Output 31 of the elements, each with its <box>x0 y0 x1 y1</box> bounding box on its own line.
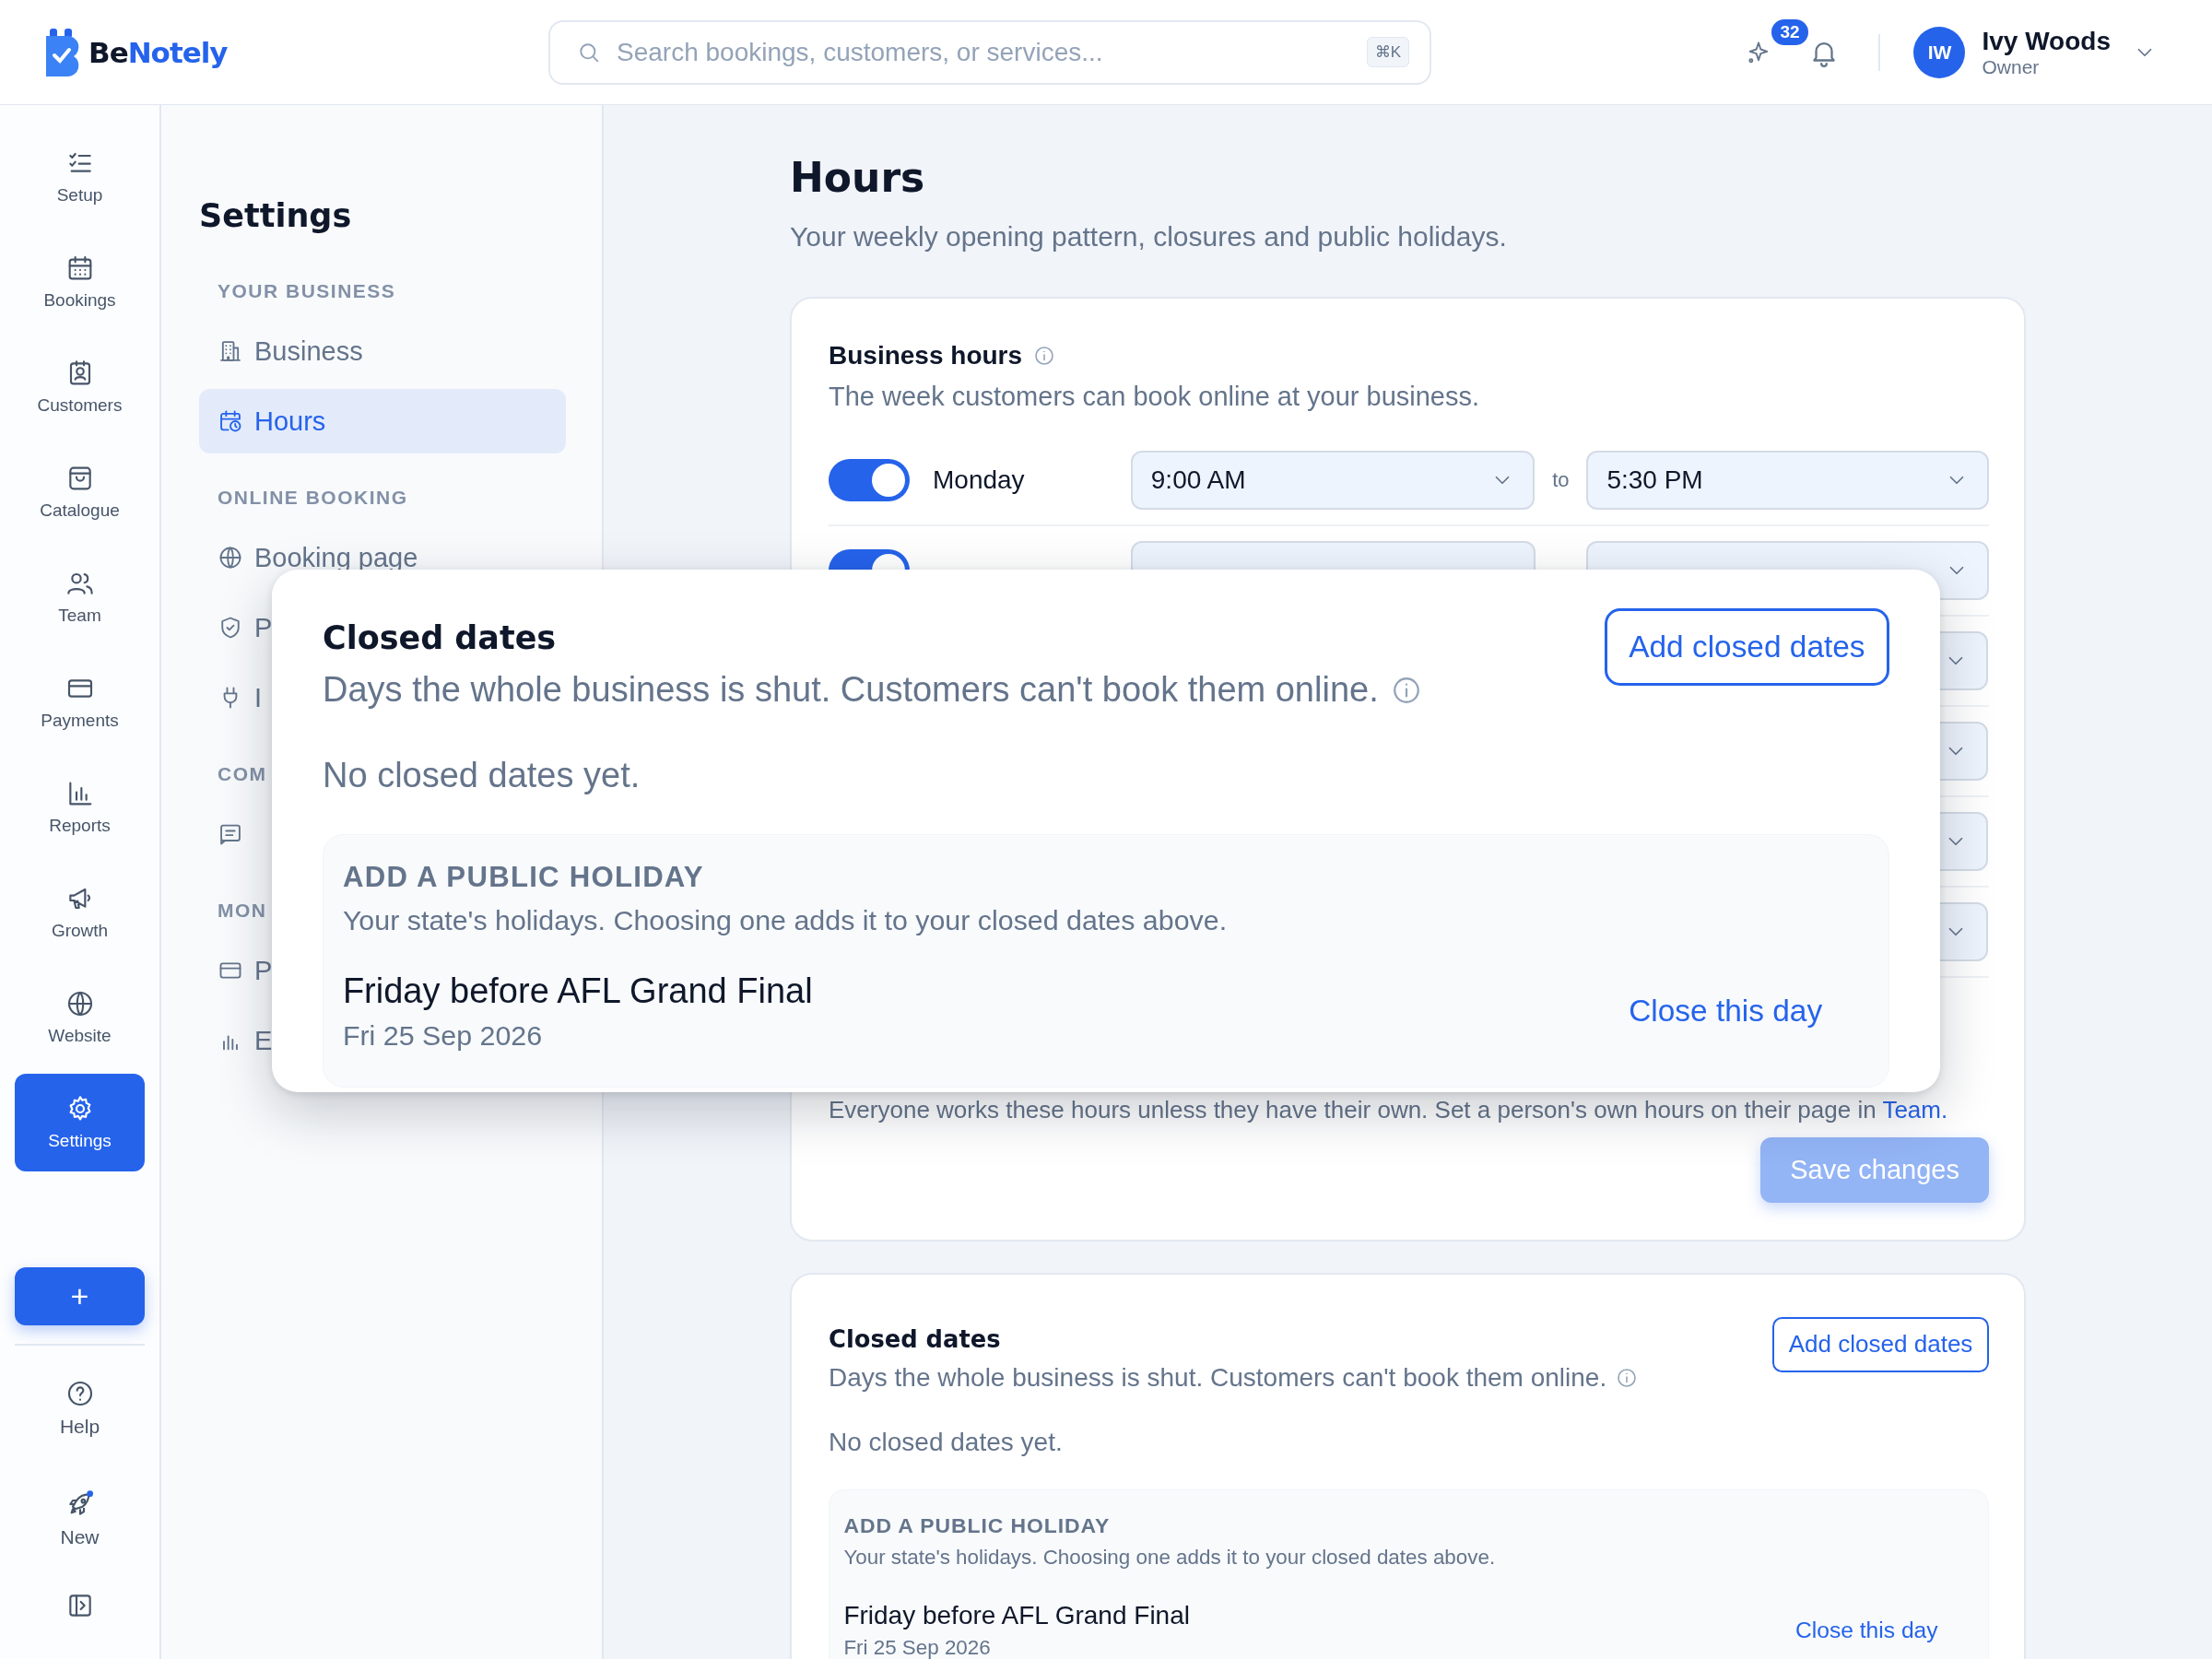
shortcut-hint: ⌘K <box>1366 37 1409 67</box>
section-title: Closed dates <box>829 1325 1002 1353</box>
section-description: Days the whole business is shut. Customers can't book them online. <box>829 1363 1607 1394</box>
section-heading: COM <box>218 763 267 785</box>
holiday-name: Friday before AFL Grand Final <box>342 971 813 1011</box>
to-label: to <box>1551 468 1571 492</box>
day-label: Monday <box>933 465 1026 495</box>
panel-description: Your state's holidays. Choosing one adds it to your closed dates above. <box>342 903 1229 936</box>
empty-state-text: No closed dates yet. <box>829 1428 1064 1457</box>
holiday-date: Fri 25 Sep 2026 <box>342 1018 544 1052</box>
section-description: Days the whole business is shut. Customers can't book them online. <box>323 670 1379 711</box>
section-heading: MON <box>218 900 267 922</box>
holiday-date: Fri 25 Sep 2026 <box>843 1636 992 1659</box>
count-badge: 32 <box>1770 17 1810 47</box>
panel-description: Your state's holidays. Choosing one adds it to your closed dates above. <box>843 1546 1497 1570</box>
page-subtitle: Your weekly opening pattern, closures and public holidays. <box>790 221 1508 253</box>
settings-title: Settings <box>199 197 353 234</box>
panel-heading: ADD A PUBLIC HOLIDAY <box>342 861 705 895</box>
panel-heading: ADD A PUBLIC HOLIDAY <box>843 1513 1112 1539</box>
section-title: Business hours <box>829 341 1023 371</box>
empty-state-text: No closed dates yet. <box>323 755 641 795</box>
user-role: Owner <box>1982 55 2041 78</box>
section-heading: ONLINE BOOKING <box>218 487 408 509</box>
section-description: The week customers can book online at your business. <box>829 382 1481 412</box>
page-title: Hours <box>790 154 926 201</box>
user-name: Ivy Woods <box>1982 26 2111 56</box>
holiday-name: Friday before AFL Grand Final <box>843 1600 1190 1630</box>
section-heading: YOUR BUSINESS <box>218 280 396 302</box>
hours-note: Everyone works these hours unless they have their own. Set a person's own hours on their page in Team. <box>829 1096 1949 1124</box>
brand-name: BeNotely <box>88 35 228 69</box>
section-title: Closed dates <box>323 619 558 657</box>
